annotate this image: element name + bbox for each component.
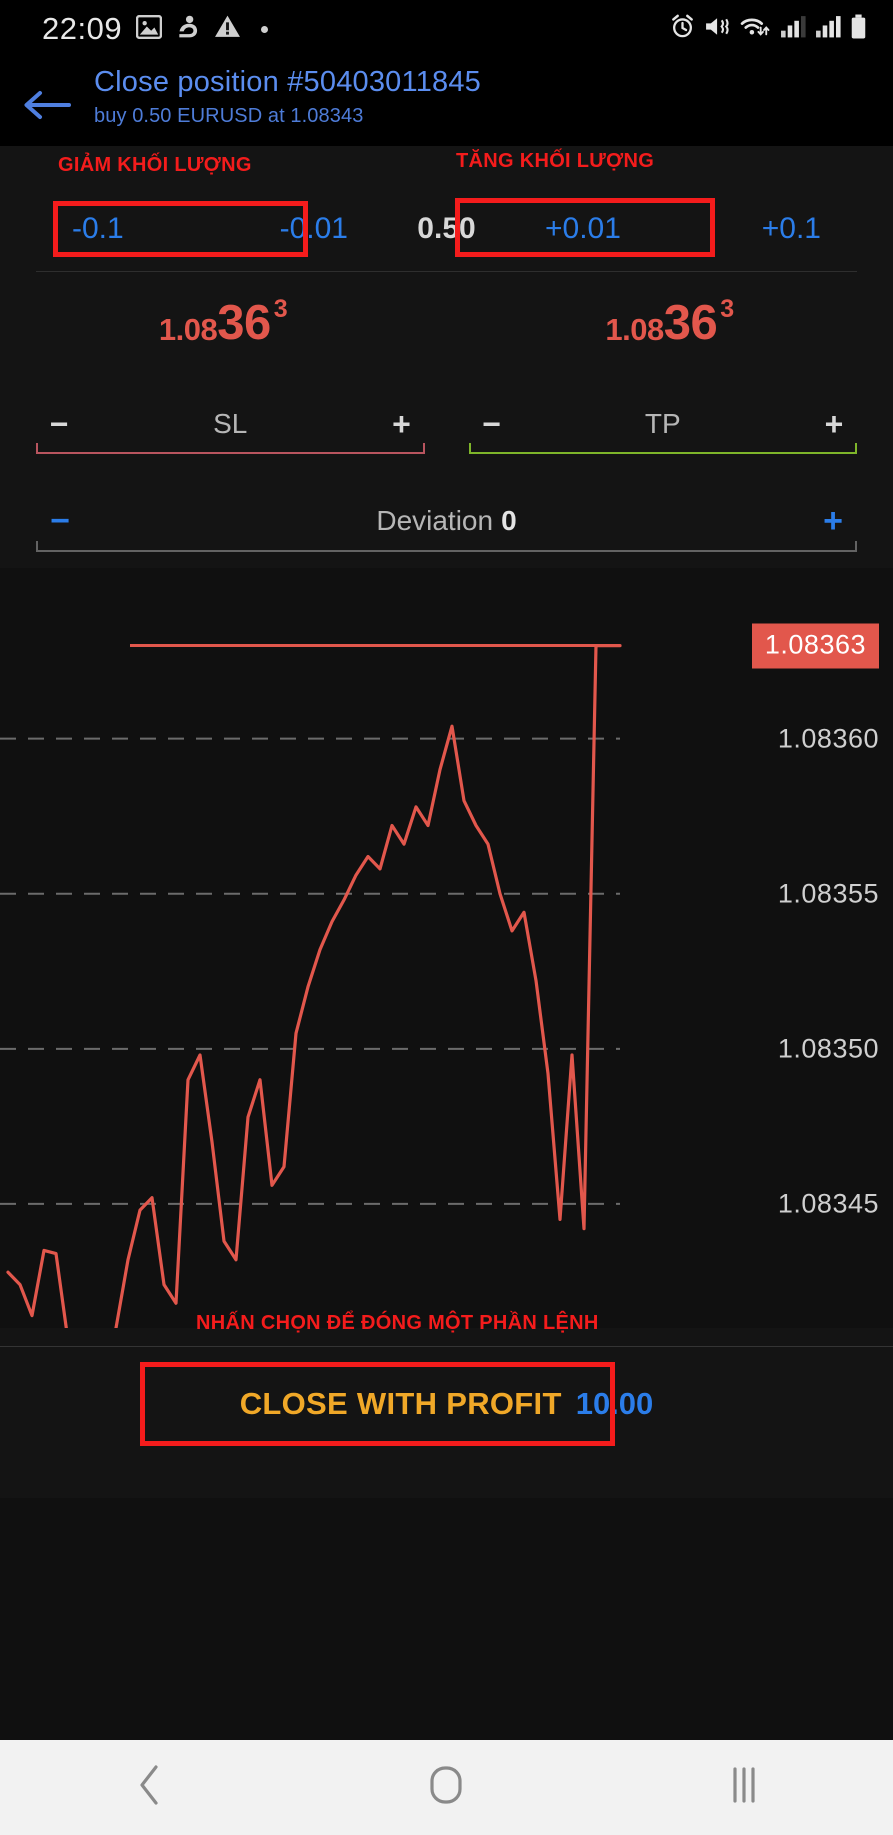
sl-tp-row: − SL + − TP +	[0, 372, 893, 468]
recents-bars-icon	[728, 1763, 760, 1812]
ask-price-cell[interactable]: 1.08 36 3	[447, 294, 893, 350]
sl-underline	[36, 443, 425, 454]
bid-price-cell[interactable]: 1.08 36 3	[0, 294, 447, 350]
chart-axis-label: 1.08360	[777, 723, 879, 754]
annotation-partial-close: NHẤN CHỌN ĐỂ ĐÓNG MỘT PHẦN LỆNH	[196, 1312, 599, 1334]
back-arrow-icon	[23, 88, 71, 127]
sl-decrease-button[interactable]: −	[36, 406, 82, 443]
warning-icon	[214, 14, 241, 44]
chart-series-line	[6, 644, 622, 1328]
ask-price-big: 36	[663, 295, 718, 350]
wifi-icon	[740, 14, 771, 44]
tp-underline	[468, 443, 857, 454]
annotation-decrease-volume: GIẢM KHỐI LƯỢNG	[58, 154, 252, 176]
status-bar: 22:09	[0, 0, 893, 58]
volume-increase-group: +0.01 +0.1	[545, 212, 821, 246]
bid-price-big: 36	[217, 295, 271, 350]
chart-axis-label: 1.08355	[777, 878, 879, 909]
deviation-label: Deviation	[376, 505, 494, 536]
header-text-group: Close position #50403011845 buy 0.50 EUR…	[94, 64, 481, 128]
volume-increase-large-button[interactable]: +0.1	[762, 212, 821, 246]
mute-vibrate-icon	[704, 14, 731, 44]
download-icon	[176, 14, 200, 45]
signal-bars-icon-2	[815, 14, 841, 44]
main-panel: GIẢM KHỐI LƯỢNG TĂNG KHỐI LƯỢNG -0.1 -0.…	[0, 146, 893, 1498]
volume-decrease-large-button[interactable]: -0.1	[72, 212, 124, 246]
close-button-zone: NHẤN CHỌN ĐỂ ĐÓNG MỘT PHẦN LỆNH CLOSE WI…	[0, 1312, 893, 1498]
back-chevron-icon	[136, 1763, 162, 1812]
volume-value[interactable]: 0.50	[348, 212, 545, 246]
status-bar-right	[670, 14, 867, 45]
annotation-increase-volume: TĂNG KHỐI LƯỢNG	[456, 150, 655, 172]
deviation-decrease-button[interactable]: −	[36, 502, 84, 541]
tp-decrease-button[interactable]: −	[469, 406, 515, 443]
signal-bars-icon-1	[780, 14, 806, 44]
deviation-underline	[36, 541, 857, 552]
deviation-increase-button[interactable]: +	[809, 502, 857, 541]
nav-recents-button[interactable]	[644, 1763, 844, 1812]
sl-label: SL	[213, 408, 248, 439]
chart-canvas	[0, 644, 622, 1328]
sl-field[interactable]: − SL +	[36, 372, 425, 468]
volume-decrease-group: -0.1 -0.01	[72, 212, 348, 246]
home-pill-icon	[428, 1763, 464, 1812]
nav-back-button[interactable]	[49, 1763, 249, 1812]
nav-home-button[interactable]	[346, 1763, 546, 1812]
bid-price-sup: 3	[273, 294, 288, 323]
price-row: 1.08 36 3 1.08 36 3	[0, 272, 893, 372]
close-zone-divider	[0, 1346, 893, 1347]
alarm-icon	[670, 14, 695, 44]
tp-increase-button[interactable]: +	[811, 406, 857, 443]
ask-price-prefix: 1.08	[605, 311, 664, 347]
battery-icon	[850, 14, 867, 45]
page-title: Close position #50403011845	[94, 66, 482, 98]
ask-price-sup: 3	[720, 294, 735, 323]
image-icon	[135, 14, 163, 44]
bid-price-prefix: 1.08	[158, 311, 218, 347]
close-with-profit-button[interactable]: CLOSE WITH PROFIT 10.00	[140, 1366, 753, 1442]
chart-current-price-badge: 1.08363	[751, 623, 879, 669]
deviation-label-group: Deviation 0	[84, 505, 809, 537]
price-chart[interactable]: 1.08360 1.08355 1.08350 1.08345 1.08363	[0, 568, 893, 1328]
chart-axis-label: 1.08345	[777, 1188, 879, 1219]
bid-price: 1.08 36 3	[158, 294, 288, 350]
close-button-label: CLOSE WITH PROFIT	[239, 1386, 562, 1421]
volume-row: -0.1 -0.01 0.50 +0.01 +0.1	[36, 186, 857, 272]
status-bar-clock: 22:09	[42, 11, 123, 46]
tp-label: TP	[644, 408, 681, 439]
dot-icon	[261, 25, 269, 33]
deviation-value: 0	[501, 505, 517, 536]
chart-axis-label: 1.08350	[777, 1033, 879, 1064]
status-bar-left: 22:09	[42, 11, 269, 47]
position-summary: buy 0.50 EURUSD at 1.08343	[94, 105, 364, 127]
android-nav-bar	[0, 1740, 893, 1835]
sl-increase-button[interactable]: +	[379, 406, 425, 443]
back-button[interactable]	[0, 64, 94, 127]
tp-field[interactable]: − TP +	[468, 372, 857, 468]
app-header: Close position #50403011845 buy 0.50 EUR…	[0, 58, 893, 146]
volume-increase-small-button[interactable]: +0.01	[545, 212, 621, 246]
close-button-profit-value: 10.00	[575, 1386, 654, 1421]
deviation-row[interactable]: − Deviation 0 +	[0, 468, 893, 568]
ask-price: 1.08 36 3	[605, 294, 735, 350]
volume-decrease-small-button[interactable]: -0.01	[280, 212, 348, 246]
chart-gridlines	[0, 737, 620, 1205]
app-root: 22:09 Close position #50403011845 buy 0.…	[0, 0, 893, 1835]
